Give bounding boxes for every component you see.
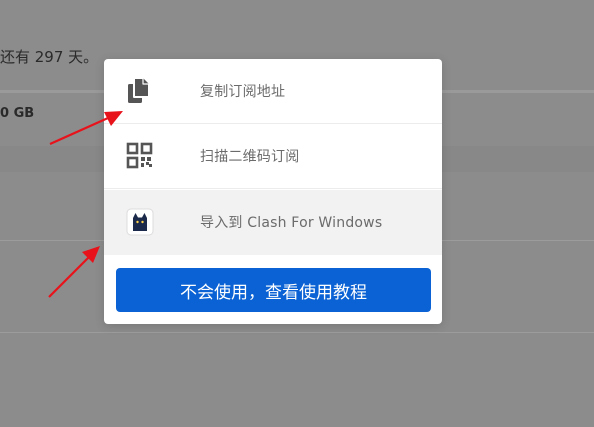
qr-code-icon — [126, 141, 154, 171]
subscription-modal: 复制订阅地址 扫描二维码订阅 导入到 Clash For Windows 不会使… — [104, 59, 442, 324]
data-usage-text: 0 GB — [0, 106, 35, 121]
remaining-days-text: 还有 297 天。 — [0, 48, 99, 66]
import-clash-label: 导入到 Clash For Windows — [200, 215, 383, 231]
clash-cat-icon — [126, 207, 154, 237]
import-clash-item[interactable]: 导入到 Clash For Windows — [104, 190, 442, 255]
copy-subscription-item[interactable]: 复制订阅地址 — [104, 59, 442, 124]
scan-qr-item[interactable]: 扫描二维码订阅 — [104, 124, 442, 189]
copy-icon — [126, 76, 154, 106]
background-line — [0, 332, 594, 333]
copy-subscription-label: 复制订阅地址 — [200, 84, 286, 100]
view-tutorial-button[interactable]: 不会使用，查看使用教程 — [116, 268, 431, 312]
scan-qr-label: 扫描二维码订阅 — [200, 149, 300, 165]
